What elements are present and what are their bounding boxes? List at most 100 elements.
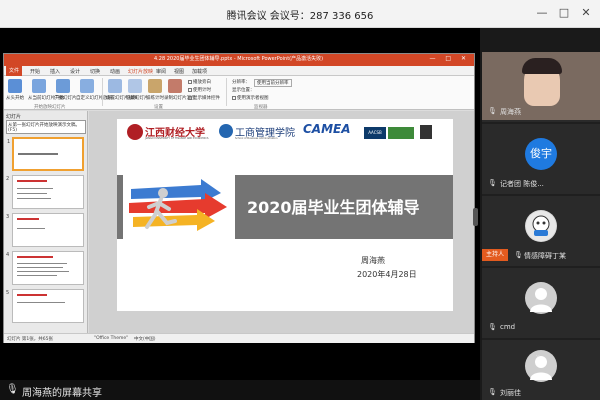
ppt-window-controls[interactable]: — □ ✕ [429,55,470,62]
crest-icon [420,125,432,139]
powerpoint-window: 4.28 2020届毕业生团体辅导.pptx - Microsoft Power… [3,53,475,343]
status-slide-count: 幻灯片 第1张，共65张 [7,337,54,342]
tooltip: 从第一张幻灯片开始放映演示文稿。(F5) [6,120,86,134]
slide-presenter: 周海燕 [361,256,385,265]
ppt-status-bar: 幻灯片 第1张，共65张 "Office Theme" 中文(中国) [4,333,474,343]
slide-thumb-1[interactable]: 1 [7,137,84,171]
checkbox-presenter-view[interactable]: 使用演示者视图 [232,95,269,101]
meeting-title: 腾讯会议 会议号：287 336 656 [226,11,374,22]
broadcast-icon[interactable] [56,79,70,93]
mic-muted-icon: 🎙 [488,179,497,187]
university-seal-icon [127,124,143,140]
share-owner-label: 周海燕的屏幕共享 [22,388,102,399]
running-figure-graphic [123,175,235,239]
slide-headline: 2020届毕业生团体辅导 [247,198,420,217]
record-icon[interactable] [168,79,182,93]
ribbon-separator [102,78,103,106]
close-button[interactable]: ✕ [578,5,594,21]
mic-muted-icon: 🎙 [488,323,497,331]
hide-slide-icon[interactable] [128,79,142,93]
group-monitor: 监视器 [254,105,268,110]
slide-date: 2020年4月28日 [357,270,417,279]
ppt-ribbon: 从头开始 从当前幻灯片开始 广播幻灯片 自定义幻灯片放映 设置幻灯片放映 隐藏幻… [4,76,474,110]
tab-transitions[interactable]: 切换 [90,68,100,75]
ppt-window-title: 4.28 2020届毕业生团体辅导.pptx - Microsoft Power… [154,56,324,62]
slide-thumb-2[interactable]: 2 [6,175,84,209]
tab-review[interactable]: 审阅 [156,68,166,75]
group-setup: 设置 [154,105,163,110]
minimize-button[interactable]: — [534,5,550,21]
status-theme: "Office Theme" [94,336,129,341]
status-language: 中文(中国) [134,337,156,342]
ribbon-btn-rehearse[interactable]: 排练计时 [146,95,164,101]
arrows-graphic [129,179,227,231]
camea-logo: CAMEA [303,122,351,136]
tab-slideshow[interactable]: 幻灯片放映 [128,68,153,75]
microphone-icon: 🎙 [6,384,19,395]
title-bar: 腾讯会议 会议号：287 336 656 — □ ✕ [0,0,600,28]
checkbox-media-controls[interactable]: 显示媒体控件 [188,95,220,101]
participant-name: 周海燕 [500,108,521,116]
tab-animations[interactable]: 动画 [110,68,120,75]
slide-thumb-5[interactable]: 5 [6,289,84,323]
play-from-start-icon[interactable] [8,79,22,93]
meeting-window: 腾讯会议 会议号：287 336 656 — □ ✕ 4.28 2020届毕业生… [0,0,600,400]
slide-editing-canvas: 江西财经大学 JIANGXI UNIVERSITY OF FINANCE AND… [89,111,474,333]
play-current-icon[interactable] [32,79,46,93]
school-logo-icon [219,124,233,138]
participant-tile[interactable]: 主持人 🎙 情感障碍丁某 [482,196,600,266]
title-band: 2020届毕业生团体辅导 [117,175,453,239]
avatar: 俊宇 [525,138,557,170]
rehearse-icon[interactable] [148,79,162,93]
accreditation-badge-icon [388,127,414,139]
ribbon-btn-from-start[interactable]: 从头开始 [6,95,24,101]
ppt-ribbon-tabs: 文件 开始 插入 设计 切换 动画 幻灯片放映 审阅 视图 加载项 [4,66,474,76]
show-on-label: 显示位置： [232,88,255,93]
checkbox-narration[interactable]: 播放旁白 [188,79,211,85]
participant-tile[interactable]: 🎙 周海燕 [482,52,600,122]
slides-pane: 幻灯片 从第一张幻灯片开始放映演示文稿。(F5) 1 2 3 4 5 [4,111,88,333]
participant-name: 刘丽佳 [500,389,521,397]
screen-share-area: 4.28 2020届毕业生团体辅导.pptx - Microsoft Power… [0,28,480,380]
participants-list: 🎙 周海燕 俊宇 🎙 记者团 陈俊... 主持人 🎙 情感障碍丁某 🎙 cmd … [482,52,600,400]
resolution-label: 分辨率： [232,80,250,85]
setup-show-icon[interactable] [108,79,122,93]
share-label-bar: 🎙 周海燕的屏幕共享 [0,380,480,400]
participant-name: cmd [500,323,516,331]
tab-view[interactable]: 视图 [174,68,184,75]
tab-home[interactable]: 开始 [30,68,40,75]
participant-tile[interactable]: 俊宇 🎙 记者团 陈俊... [482,124,600,194]
slide-thumb-4[interactable]: 4 [6,251,84,285]
default-user-icon [530,288,552,312]
participant-name: 情感障碍丁某 [524,252,566,260]
resolution-select[interactable]: 使用当前分辨率 [254,79,292,87]
mic-muted-icon: 🎙 [488,388,497,396]
share-side-handle[interactable] [473,208,478,226]
maximize-button[interactable]: □ [556,5,572,21]
tab-insert[interactable]: 插入 [50,68,60,75]
chevron-down-icon[interactable]: ⌄ [534,350,542,360]
slide-thumb-3[interactable]: 3 [6,213,84,247]
ribbon-separator [226,78,227,106]
mic-icon: 🎙 [488,107,497,115]
ribbon-btn-broadcast[interactable]: 广播幻灯片 [54,95,77,101]
tab-file[interactable]: 文件 [6,66,22,76]
cartoon-avatar-icon [526,211,556,241]
tab-design[interactable]: 设计 [70,68,80,75]
mic-icon: 🎙 [514,251,523,259]
participant-tile[interactable]: 🎙 cmd [482,268,600,338]
current-slide[interactable]: 江西财经大学 JIANGXI UNIVERSITY OF FINANCE AND… [117,119,453,311]
participant-tile[interactable]: 🎙 刘丽佳 [482,340,600,400]
person-hair-icon [522,58,562,74]
slide-logo-strip: 江西财经大学 JIANGXI UNIVERSITY OF FINANCE AND… [117,119,453,147]
host-badge: 主持人 [482,249,508,261]
avatar [525,282,557,314]
avatar [525,210,557,242]
ppt-title-bar: 4.28 2020届毕业生团体辅导.pptx - Microsoft Power… [4,54,474,66]
tab-addins[interactable]: 加载项 [192,68,207,75]
aacsb-logo: AACSB [364,127,386,139]
custom-show-icon[interactable] [80,79,94,93]
group-start-show: 开始放映幻灯片 [34,105,66,110]
slides-pane-header: 幻灯片 [6,114,22,120]
checkbox-timing[interactable]: 使用计时 [188,87,211,93]
